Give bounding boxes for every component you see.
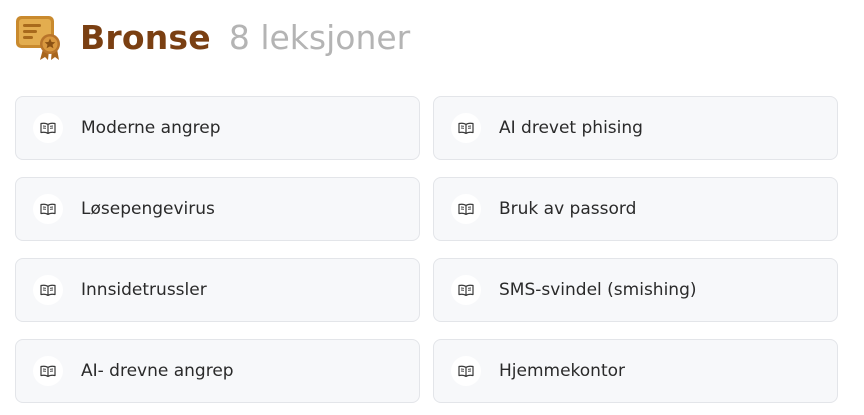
lesson-card[interactable]: SMS-svindel (smishing) (433, 258, 838, 322)
open-book-icon (33, 275, 63, 305)
lesson-title: AI drevet phising (499, 118, 643, 138)
lesson-card[interactable]: AI- drevne angrep (15, 339, 420, 403)
level-header: Bronse 8 leksjoner (14, 12, 410, 62)
lesson-title: Løsepengevirus (81, 199, 215, 219)
level-title: Bronse (80, 17, 211, 57)
lesson-card[interactable]: Innsidetrussler (15, 258, 420, 322)
lesson-grid: Moderne angrep AI drevet phising Løsepen… (15, 96, 838, 403)
lesson-card[interactable]: Bruk av passord (433, 177, 838, 241)
certificate-ribbon-icon (16, 16, 60, 60)
open-book-icon (451, 113, 481, 143)
open-book-icon (451, 275, 481, 305)
lesson-title: Innsidetrussler (81, 280, 207, 300)
open-book-icon (451, 356, 481, 386)
lesson-count: 8 leksjoner (228, 17, 411, 57)
open-book-icon (33, 194, 63, 224)
lesson-card[interactable]: Hjemmekontor (433, 339, 838, 403)
open-book-icon (33, 356, 63, 386)
lesson-title: AI- drevne angrep (81, 361, 234, 381)
open-book-icon (451, 194, 481, 224)
lesson-card[interactable]: AI drevet phising (433, 96, 838, 160)
lesson-title: Bruk av passord (499, 199, 637, 219)
lesson-title: Moderne angrep (81, 118, 221, 138)
lesson-title: SMS-svindel (smishing) (499, 280, 697, 300)
open-book-icon (33, 113, 63, 143)
lesson-level-panel: Bronse 8 leksjoner Moderne angrep AI dre… (0, 0, 864, 415)
lesson-card[interactable]: Løsepengevirus (15, 177, 420, 241)
lesson-title: Hjemmekontor (499, 361, 626, 381)
lesson-card[interactable]: Moderne angrep (15, 96, 420, 160)
